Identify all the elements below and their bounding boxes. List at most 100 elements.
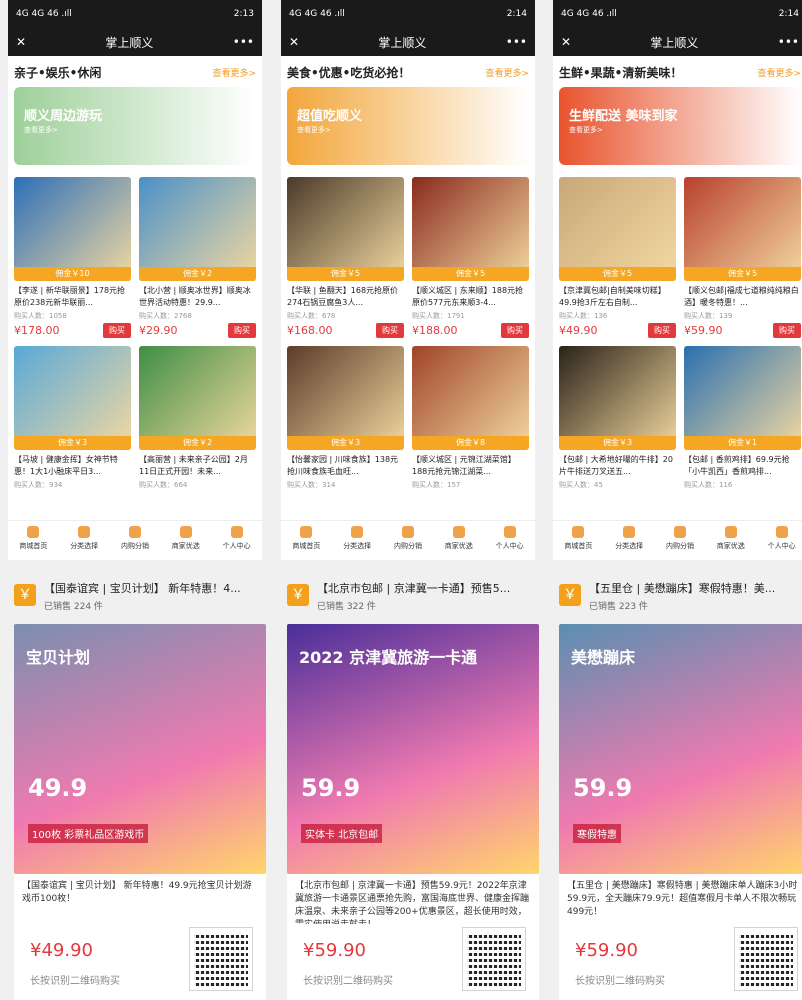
tab-item[interactable]: 商城首页 <box>553 521 604 560</box>
page-title: 掌上顺义 <box>650 35 699 50</box>
tab-item[interactable]: 分类选择 <box>332 521 383 560</box>
title-bar: ✕ 掌上顺义 ••• <box>8 28 262 56</box>
product-image[interactable]: 佣金￥10 <box>14 177 131 281</box>
product-image[interactable]: 佣金￥3 <box>559 346 676 450</box>
price-row: ¥59.90 购买 <box>684 323 801 338</box>
tab-icon <box>452 526 465 538</box>
tab-icon <box>179 526 192 538</box>
tab-item[interactable]: 商城首页 <box>281 521 332 560</box>
buy-button[interactable]: 购买 <box>501 323 529 338</box>
banner-title: 超值吃顺义 <box>297 109 363 124</box>
product-card[interactable]: 佣金￥5 【顺义城区 | 东来顺】188元抢原价577元东来顺3-4... 购买人数… <box>412 177 529 338</box>
commission-badge: 佣金￥8 <box>412 436 529 450</box>
product-card[interactable]: 佣金￥3 【马坡 | 健康金挥】女神节特惠！1大1小融床平日3... 购买人数：93… <box>14 346 131 490</box>
page-title: 掌上顺义 <box>105 35 154 50</box>
buy-button[interactable]: 购买 <box>773 323 801 338</box>
tab-item[interactable]: 个人中心 <box>484 521 535 560</box>
product-image[interactable]: 佣金￥3 <box>287 346 404 450</box>
product-card[interactable]: 佣金￥5 【京津冀包邮|自制美味切糕】49.9抢3斤左右自制... 购买人数：136… <box>559 177 676 338</box>
tab-item[interactable]: 分类选择 <box>604 521 655 560</box>
commission-badge: 佣金￥10 <box>14 267 131 281</box>
close-icon[interactable]: ✕ <box>16 35 26 49</box>
promo-banner[interactable]: 顺义周边游玩 查看更多> <box>14 87 256 165</box>
see-more-link[interactable]: 查看更多> <box>485 66 529 79</box>
share-description: 【北京市包邮 | 京津冀一卡通】预售59.9元！2022年京津冀旅游一卡通景区通… <box>287 874 539 924</box>
tab-item[interactable]: 商家优选 <box>160 521 211 560</box>
section-header: 亲子•娱乐•休闲 查看更多> <box>8 56 262 85</box>
signal-indicator: 4G 4G 46 .ıll <box>289 9 345 19</box>
buy-button[interactable]: 购买 <box>648 323 676 338</box>
tab-item[interactable]: 个人中心 <box>756 521 802 560</box>
tab-icon <box>230 526 243 538</box>
share-card: ￥ 【五里仓 | 美懋蹦床】寒假特惠！美... 已销售 223 件美懋蹦床 59.9 寒… <box>553 572 802 1000</box>
product-image[interactable]: 佣金￥2 <box>139 177 256 281</box>
tab-item[interactable]: 商城首页 <box>8 521 59 560</box>
product-card[interactable]: 佣金￥5 【顺义包邮|福成七道粮纯纯粮白酒】暖冬特惠！... 购买人数：139 ¥59… <box>684 177 801 338</box>
section-title: 生鲜•果蔬•清新美味！ <box>559 66 683 80</box>
banner-sub: 查看更多> <box>24 126 58 134</box>
see-more-link[interactable]: 查看更多> <box>757 66 801 79</box>
section-header: 生鲜•果蔬•清新美味！ 查看更多> <box>553 56 802 85</box>
product-card[interactable]: 佣金￥5 【华联 | 鱼翻天】168元抢原价274石锅豆腐鱼3人... 购买人数：6… <box>287 177 404 338</box>
poster-image: 2022 京津冀旅游一卡通 59.9 实体卡 北京包邮 <box>287 624 539 874</box>
product-image[interactable]: 佣金￥5 <box>559 177 676 281</box>
qr-code[interactable] <box>734 927 798 991</box>
tab-item[interactable]: 内购分销 <box>655 521 706 560</box>
promo-banner[interactable]: 生鲜配送 美味到家 查看更多> <box>559 87 801 165</box>
tab-item[interactable]: 分类选择 <box>59 521 110 560</box>
tab-label: 个人中心 <box>495 542 524 550</box>
share-header: ￥ 【北京市包邮 | 京津冀一卡通】预售5... 已销售 322 件 <box>281 572 545 620</box>
share-title-wrap: 【国泰谊宾 | 宝贝计划】 新年特惠！4... 已销售 224 件 <box>44 580 264 612</box>
sold-count: 已销售 322 件 <box>317 602 376 612</box>
section-title: 亲子•娱乐•休闲 <box>14 66 102 80</box>
product-card[interactable]: 佣金￥2 【北小营 | 顺奥冰世界】顺奥冰世界活动特惠！29.9... 购买人数：2… <box>139 177 256 338</box>
buy-button[interactable]: 购买 <box>376 323 404 338</box>
more-icon[interactable]: ••• <box>506 35 527 49</box>
banner-sub: 查看更多> <box>297 126 331 134</box>
tab-item[interactable]: 内购分销 <box>383 521 434 560</box>
see-more-link[interactable]: 查看更多> <box>212 66 256 79</box>
qr-code[interactable] <box>462 927 526 991</box>
signal-indicator: 4G 4G 46 .ıll <box>16 9 72 19</box>
product-image[interactable]: 佣金￥1 <box>684 346 801 450</box>
price-row: ¥29.90 购买 <box>139 323 256 338</box>
product-image[interactable]: 佣金￥5 <box>684 177 801 281</box>
product-image[interactable]: 佣金￥5 <box>412 177 529 281</box>
share-title: 【北京市包邮 | 京津冀一卡通】预售5... <box>317 582 511 595</box>
bottom-tab-bar: 商城首页 分类选择 内购分销 商家优选 个人中心 <box>281 520 535 560</box>
product-grid: 佣金￥5 【京津冀包邮|自制美味切糕】49.9抢3斤左右自制... 购买人数：136… <box>553 167 802 490</box>
qr-code[interactable] <box>189 927 253 991</box>
product-card[interactable]: 佣金￥8 【顺义城区 | 元锦江湖菜馆】188元抢元锦江湖菜... 购买人数：157 <box>412 346 529 490</box>
product-image[interactable]: 佣金￥8 <box>412 346 529 450</box>
product-card[interactable]: 佣金￥3 【怡馨家园 | 川味食族】138元抢川味食族毛血旺... 购买人数：314 <box>287 346 404 490</box>
buy-button[interactable]: 购买 <box>228 323 256 338</box>
product-card[interactable]: 佣金￥10 【李遂 | 新华联丽景】178元抢原价238元新华联丽... 购买人数：… <box>14 177 131 338</box>
product-grid: 佣金￥5 【华联 | 鱼翻天】168元抢原价274石锅豆腐鱼3人... 购买人数：6… <box>281 167 535 490</box>
promo-banner[interactable]: 超值吃顺义查看更多> <box>287 87 529 165</box>
phone-screen: 4G 4G 46 .ıll 2:14 ✕ 掌上顺义 ••• 生鲜•果蔬•清新美味！ 查看更多… <box>553 0 802 560</box>
product-image[interactable]: 佣金￥5 <box>287 177 404 281</box>
tab-item[interactable]: 内购分销 <box>110 521 161 560</box>
product-card[interactable]: 佣金￥2 【高丽营 | 未来亲子公园】2月11日正式开园！未来... 购买人数：66… <box>139 346 256 490</box>
product-name: 【包邮 | 香煎鸡排】69.9元抢「小牛凯西」香煎鸡排... <box>684 455 790 476</box>
phone-screen: 4G 4G 46 .ıll 2:14 ✕ 掌上顺义 ••• 美食•优惠•吃货必抢！ 查看更多… <box>281 0 535 560</box>
buy-button[interactable]: 购买 <box>103 323 131 338</box>
buyer-count: 购买人数：136 <box>559 312 608 320</box>
tab-item[interactable]: 商家优选 <box>433 521 484 560</box>
close-icon[interactable]: ✕ <box>561 35 571 49</box>
product-card[interactable]: 佣金￥3 【包邮 | 大希地好嘬的牛排】20片牛排送刀叉送五... 购买人数：45 <box>559 346 676 490</box>
tab-item[interactable]: 个人中心 <box>211 521 262 560</box>
yen-icon: ￥ <box>559 584 581 606</box>
poster-price: 59.9 <box>573 774 633 802</box>
buyer-count: 购买人数：139 <box>684 312 733 320</box>
tab-label: 分类选择 <box>615 542 644 550</box>
product-image[interactable]: 佣金￥3 <box>14 346 131 450</box>
sold-count: 已销售 224 件 <box>44 602 103 612</box>
tab-item[interactable]: 商家优选 <box>705 521 756 560</box>
more-icon[interactable]: ••• <box>233 35 254 49</box>
more-icon[interactable]: ••• <box>778 35 799 49</box>
close-icon[interactable]: ✕ <box>289 35 299 49</box>
product-image[interactable]: 佣金￥2 <box>139 346 256 450</box>
product-card[interactable]: 佣金￥1 【包邮 | 香煎鸡排】69.9元抢「小牛凯西」香煎鸡排... 购买人数：1… <box>684 346 801 490</box>
tab-label: 内购分销 <box>120 542 149 550</box>
